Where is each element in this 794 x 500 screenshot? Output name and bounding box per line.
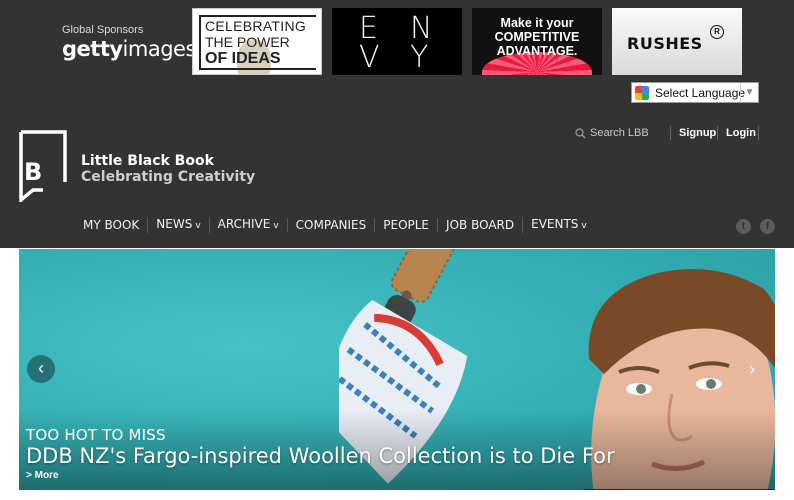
nav-label: JOB BOARD bbox=[446, 218, 515, 232]
rushes-ad[interactable]: RUSHES R bbox=[612, 8, 742, 75]
google-translate-icon bbox=[635, 85, 649, 100]
ad-line: COMPETITIVE bbox=[494, 30, 580, 44]
brand-name[interactable]: Little Black Book bbox=[81, 153, 214, 169]
hero-title[interactable]: DDB NZ's Fargo-inspired Woollen Collecti… bbox=[26, 444, 615, 468]
ad-line: Make it your bbox=[500, 16, 574, 30]
ad-line: CELEBRATING bbox=[205, 18, 307, 34]
brand-tagline: Celebrating Creativity bbox=[81, 169, 256, 185]
hero-more-link[interactable]: > More bbox=[26, 470, 59, 481]
getty-images-logo[interactable]: gettyimages bbox=[62, 37, 196, 61]
ad-line: OF IDEAS bbox=[205, 50, 281, 67]
nav-label: PEOPLE bbox=[383, 218, 430, 232]
envy-letters: E N V Y bbox=[332, 8, 462, 75]
nav-label: NEWS bbox=[156, 217, 193, 231]
utility-divider bbox=[670, 126, 671, 140]
nav-item-events[interactable]: EVENTS v bbox=[522, 217, 595, 233]
dropdown-caret-icon: ▼ bbox=[740, 83, 758, 102]
signup-link[interactable]: Signup bbox=[679, 127, 716, 139]
nav-label: ARCHIVE bbox=[217, 217, 271, 231]
site-header: Global Sponsors gettyimages CELEBRATING … bbox=[0, 0, 794, 248]
chevron-down-icon: v bbox=[273, 221, 279, 231]
facebook-icon[interactable]: f bbox=[760, 219, 775, 234]
nav-item-archive[interactable]: ARCHIVE v bbox=[208, 217, 287, 233]
rushes-logo-text: RUSHES bbox=[627, 34, 703, 53]
ad-text: Make it your COMPETITIVE ADVANTAGE. bbox=[472, 16, 602, 58]
registered-mark-icon: R bbox=[710, 25, 724, 39]
global-sponsors-label: Global Sponsors bbox=[62, 24, 144, 36]
nav-item-my-book[interactable]: MY BOOK bbox=[75, 218, 147, 232]
ad-line: THE POWER bbox=[205, 34, 290, 50]
getty-logo-light: images bbox=[122, 37, 197, 61]
main-nav: MY BOOK NEWS v ARCHIVE v COMPANIES PEOPLE … bbox=[75, 216, 595, 234]
utility-divider bbox=[758, 126, 759, 140]
login-link[interactable]: Login bbox=[726, 127, 756, 139]
nav-label: MY BOOK bbox=[83, 218, 140, 232]
nav-item-people[interactable]: PEOPLE bbox=[374, 218, 437, 232]
chevron-down-icon: v bbox=[581, 221, 587, 231]
search-icon bbox=[575, 127, 586, 138]
getty-logo-bold: getty bbox=[62, 37, 123, 61]
ad-line: ADVANTAGE. bbox=[496, 44, 578, 58]
celebrating-ideas-ad[interactable]: CELEBRATING THE POWER OF IDEAS bbox=[192, 8, 322, 75]
twitter-icon[interactable]: t bbox=[736, 219, 751, 234]
hero-kicker: TOO HOT TO MISS bbox=[26, 426, 166, 444]
language-select-label: Select Language bbox=[655, 85, 746, 100]
nav-label: EVENTS bbox=[531, 217, 579, 231]
nav-item-job-board[interactable]: JOB BOARD bbox=[437, 218, 522, 232]
search-placeholder: Search LBB bbox=[590, 127, 649, 139]
chevron-down-icon: v bbox=[195, 221, 201, 231]
envy-ad[interactable]: E N V Y bbox=[332, 8, 462, 75]
hero-carousel[interactable]: TOO HOT TO MISS DDB NZ's Fargo-inspired … bbox=[19, 249, 775, 490]
logo-letter: B bbox=[24, 158, 42, 186]
carousel-prev-button[interactable]: ‹ bbox=[27, 355, 55, 383]
competitive-advantage-ad[interactable]: Make it your COMPETITIVE ADVANTAGE. bbox=[472, 8, 602, 75]
envy-letter: Y bbox=[410, 40, 429, 75]
lbb-logo-icon[interactable]: B bbox=[19, 130, 67, 202]
nav-item-companies[interactable]: COMPANIES bbox=[286, 218, 375, 232]
nav-label: COMPANIES bbox=[295, 218, 367, 232]
utility-divider bbox=[717, 126, 718, 140]
envy-letter: V bbox=[359, 40, 380, 75]
nav-item-news[interactable]: NEWS v bbox=[147, 217, 208, 233]
search-input[interactable]: Search LBB bbox=[575, 124, 649, 142]
carousel-next-button[interactable]: › bbox=[744, 356, 760, 382]
language-select[interactable]: Select Language ▼ bbox=[631, 82, 759, 103]
